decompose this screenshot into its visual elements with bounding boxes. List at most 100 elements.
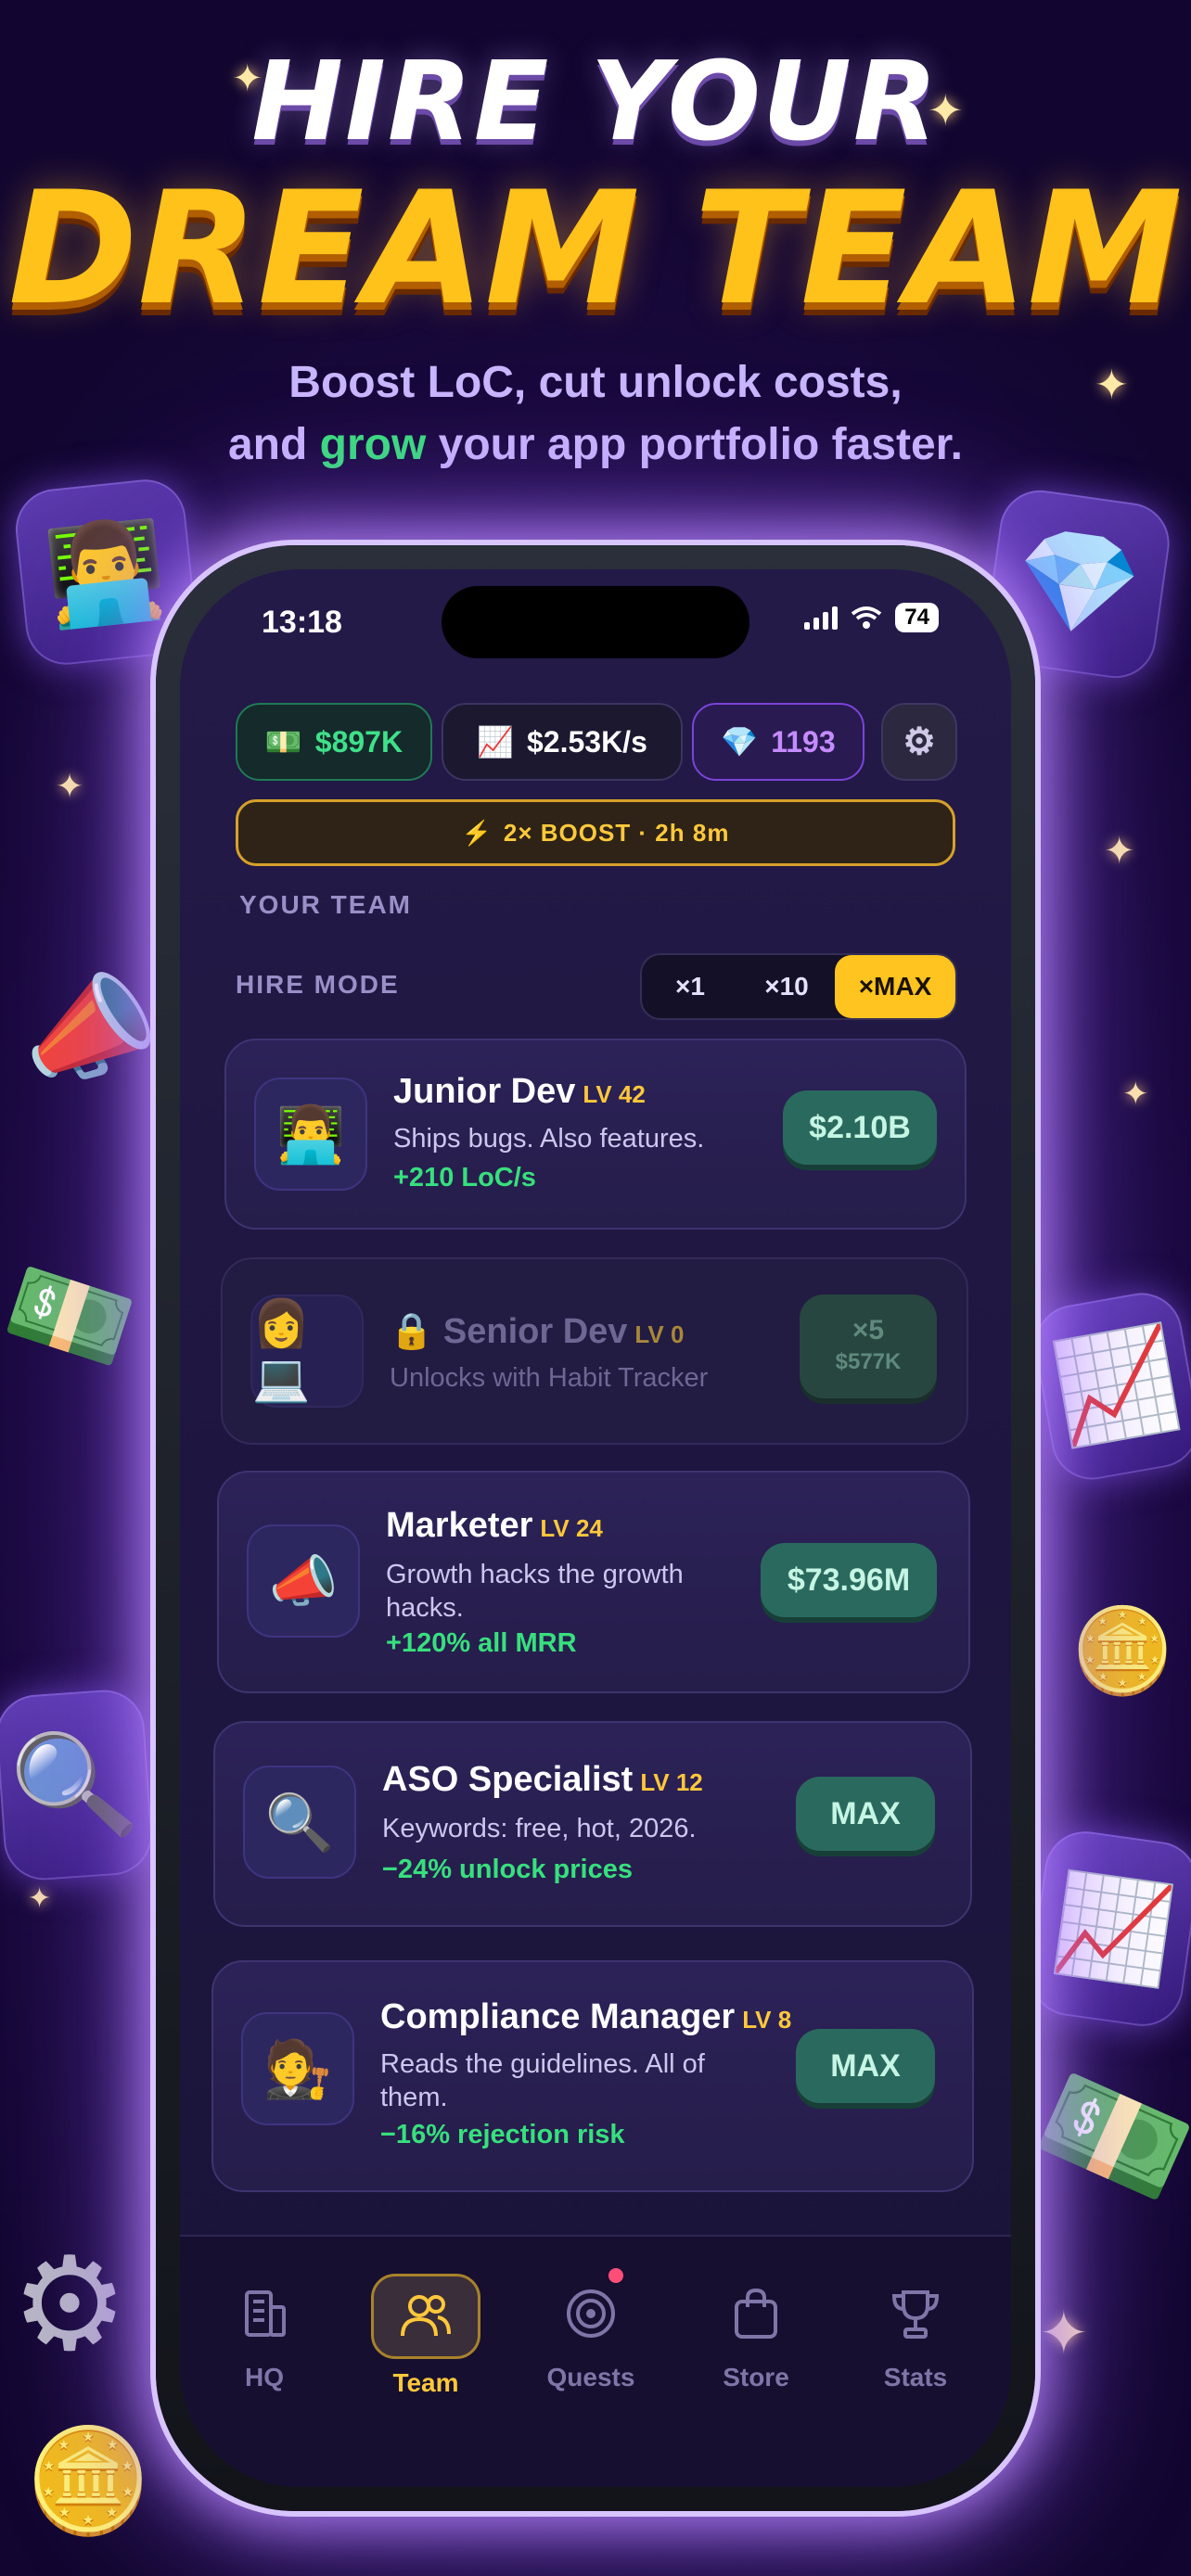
member-name: Compliance Manager LV 8: [380, 1997, 792, 2036]
chart-tile-icon: 📈: [1024, 1826, 1191, 2032]
team-card-junior-dev: 👨‍💻 Junior Dev LV 42 Ships bugs. Also fea…: [224, 1039, 967, 1230]
boost-label: 2× BOOST · 2h 8m: [503, 818, 730, 847]
team-card-senior-dev: 👩💻 🔒 Senior Dev LV 0 Unlocks with Habit T…: [221, 1257, 968, 1445]
signal-icon: [804, 606, 839, 630]
grow-highlight: grow: [319, 420, 427, 469]
settings-button[interactable]: ⚙: [881, 703, 957, 781]
sparkle-icon: ✦: [232, 57, 263, 100]
wifi-icon: [852, 606, 882, 629]
junior-dev-avatar: 👨‍💻: [254, 1078, 367, 1191]
tab-hq[interactable]: HQ: [204, 2274, 325, 2413]
phone-frame: 13:18 74 💵 $897K 📈 $2.53K/s 💎 1193 ⚙ ⚡ 2…: [156, 545, 1035, 2511]
income-rate-value: $2.53K/s: [526, 724, 647, 759]
dynamic-island: [442, 586, 749, 658]
sparkle-icon: ✦: [1122, 1076, 1149, 1113]
tab-label: Store: [723, 2363, 789, 2391]
member-effect: +210 LoC/s: [393, 1163, 536, 1192]
hire-button[interactable]: $2.10B: [783, 1090, 937, 1165]
sparkle-icon: ✦: [928, 85, 964, 135]
building-icon: [212, 2274, 316, 2353]
section-title: YOUR TEAM: [239, 890, 412, 919]
hero-subtitle-line1: Boost LoC, cut unlock costs,: [288, 358, 903, 407]
chart-up-tile-icon: 📈: [1028, 1286, 1191, 1486]
cash-balance[interactable]: 💵 $897K: [236, 703, 432, 781]
mode-max-button[interactable]: ×MAX: [835, 955, 955, 1018]
max-level-button[interactable]: MAX: [796, 1777, 935, 1851]
gem-balance[interactable]: 💎 1193: [692, 703, 864, 781]
magnifier-tile-icon: 🔍: [0, 1687, 155, 1883]
diamond-icon: 💎: [721, 725, 759, 759]
coin-icon: 🪙: [1069, 1601, 1175, 1700]
boost-banner[interactable]: ⚡ 2× BOOST · 2h 8m: [236, 799, 955, 866]
marketer-avatar: 📣: [247, 1524, 360, 1638]
member-description: Growth hacks the growth hacks.: [386, 1560, 684, 1623]
tab-label: HQ: [245, 2363, 284, 2391]
member-level: LV 0: [634, 1320, 685, 1348]
tab-team[interactable]: Team: [365, 2274, 486, 2413]
sparkle-icon: ✦: [1039, 2300, 1089, 2368]
cash-icon: 💵: [0, 1242, 147, 1391]
lightning-icon: ⚡: [461, 818, 493, 847]
notification-badge: [608, 2268, 623, 2283]
tab-stats[interactable]: Stats: [855, 2274, 976, 2413]
cash-icon: 💵: [264, 725, 302, 759]
hero-subtitle-line2: and grow your app portfolio faster.: [227, 420, 964, 469]
gear-icon: ⚙: [903, 721, 936, 762]
tab-store[interactable]: Store: [696, 2274, 816, 2413]
people-icon: [371, 2274, 480, 2359]
sparkle-icon: ✦: [56, 768, 84, 806]
member-description: Unlocks with Habit Tracker: [390, 1363, 709, 1393]
income-rate[interactable]: 📈 $2.53K/s: [442, 703, 683, 781]
gem-value: 1193: [771, 724, 836, 759]
member-name: 🔒 Senior Dev LV 0: [390, 1312, 685, 1351]
member-level: LV 12: [640, 1768, 703, 1796]
battery-indicator: 74: [895, 603, 939, 632]
coin-icon: 🪙: [24, 2420, 152, 2540]
member-level: LV 8: [742, 2006, 792, 2034]
hire-mode-selector: ×1 ×10 ×MAX: [640, 953, 957, 1020]
aso-specialist-avatar: 🔍: [243, 1766, 356, 1879]
member-level: LV 24: [540, 1514, 603, 1542]
hire-button-locked[interactable]: ×5 $577K: [800, 1294, 937, 1398]
member-effect: −24% unlock prices: [382, 1855, 633, 1884]
hero-title-line2: DREAM TEAM: [8, 158, 1183, 339]
member-description: Ships bugs. Also features.: [393, 1124, 705, 1154]
member-effect: +120% all MRR: [386, 1628, 577, 1658]
sparkle-icon: ✦: [1104, 830, 1135, 873]
chart-up-icon: 📈: [477, 725, 514, 759]
hire-button[interactable]: $73.96M: [761, 1543, 937, 1617]
megaphone-icon: 📣: [7, 951, 169, 1106]
lock-icon: 🔒: [390, 1312, 434, 1351]
sparkle-icon: ✦: [1095, 362, 1129, 409]
bottom-tab-bar: HQ Team Quests Store Stats: [180, 2235, 1011, 2487]
max-level-button[interactable]: MAX: [796, 2029, 935, 2103]
mode-x10-button[interactable]: ×10: [738, 955, 835, 1018]
team-card-marketer: 📣 Marketer LV 24 Growth hacks the growth …: [217, 1471, 970, 1693]
member-name: Marketer LV 24: [386, 1506, 603, 1545]
target-icon: [539, 2274, 643, 2353]
status-indicators: 74: [804, 603, 939, 632]
senior-dev-avatar: 👩💻: [250, 1294, 364, 1408]
cash-icon: 💵: [1018, 2044, 1191, 2231]
member-level: LV 42: [583, 1080, 646, 1108]
trophy-icon: [864, 2274, 967, 2353]
tab-label: Team: [392, 2368, 459, 2397]
hire-mode-label: HIRE MODE: [236, 970, 400, 999]
app-screen: 13:18 74 💵 $897K 📈 $2.53K/s 💎 1193 ⚙ ⚡ 2…: [180, 569, 1011, 2487]
mode-x1-button[interactable]: ×1: [642, 955, 738, 1018]
member-description: Keywords: free, hot, 2026.: [382, 1814, 697, 1843]
status-time: 13:18: [262, 605, 342, 640]
member-name: ASO Specialist LV 12: [382, 1760, 703, 1799]
tab-label: Stats: [883, 2363, 948, 2391]
team-card-aso-specialist: 🔍 ASO Specialist LV 12 Keywords: free, ho…: [213, 1721, 972, 1927]
sparkle-icon: ✦: [28, 1882, 52, 1915]
bag-icon: [704, 2274, 808, 2353]
tab-quests[interactable]: Quests: [531, 2268, 651, 2413]
member-description: Reads the guidelines. All of them.: [380, 2049, 705, 2112]
compliance-manager-avatar: 🧑‍⚖️: [241, 2012, 354, 2125]
cash-value: $897K: [314, 724, 403, 759]
hero-title-line1: HIRE YOUR: [251, 37, 940, 165]
member-name: Junior Dev LV 42: [393, 1072, 646, 1111]
gear-icon: ⚙: [11, 2228, 128, 2380]
team-card-compliance-manager: 🧑‍⚖️ Compliance Manager LV 8 Reads the gu…: [211, 1960, 974, 2192]
